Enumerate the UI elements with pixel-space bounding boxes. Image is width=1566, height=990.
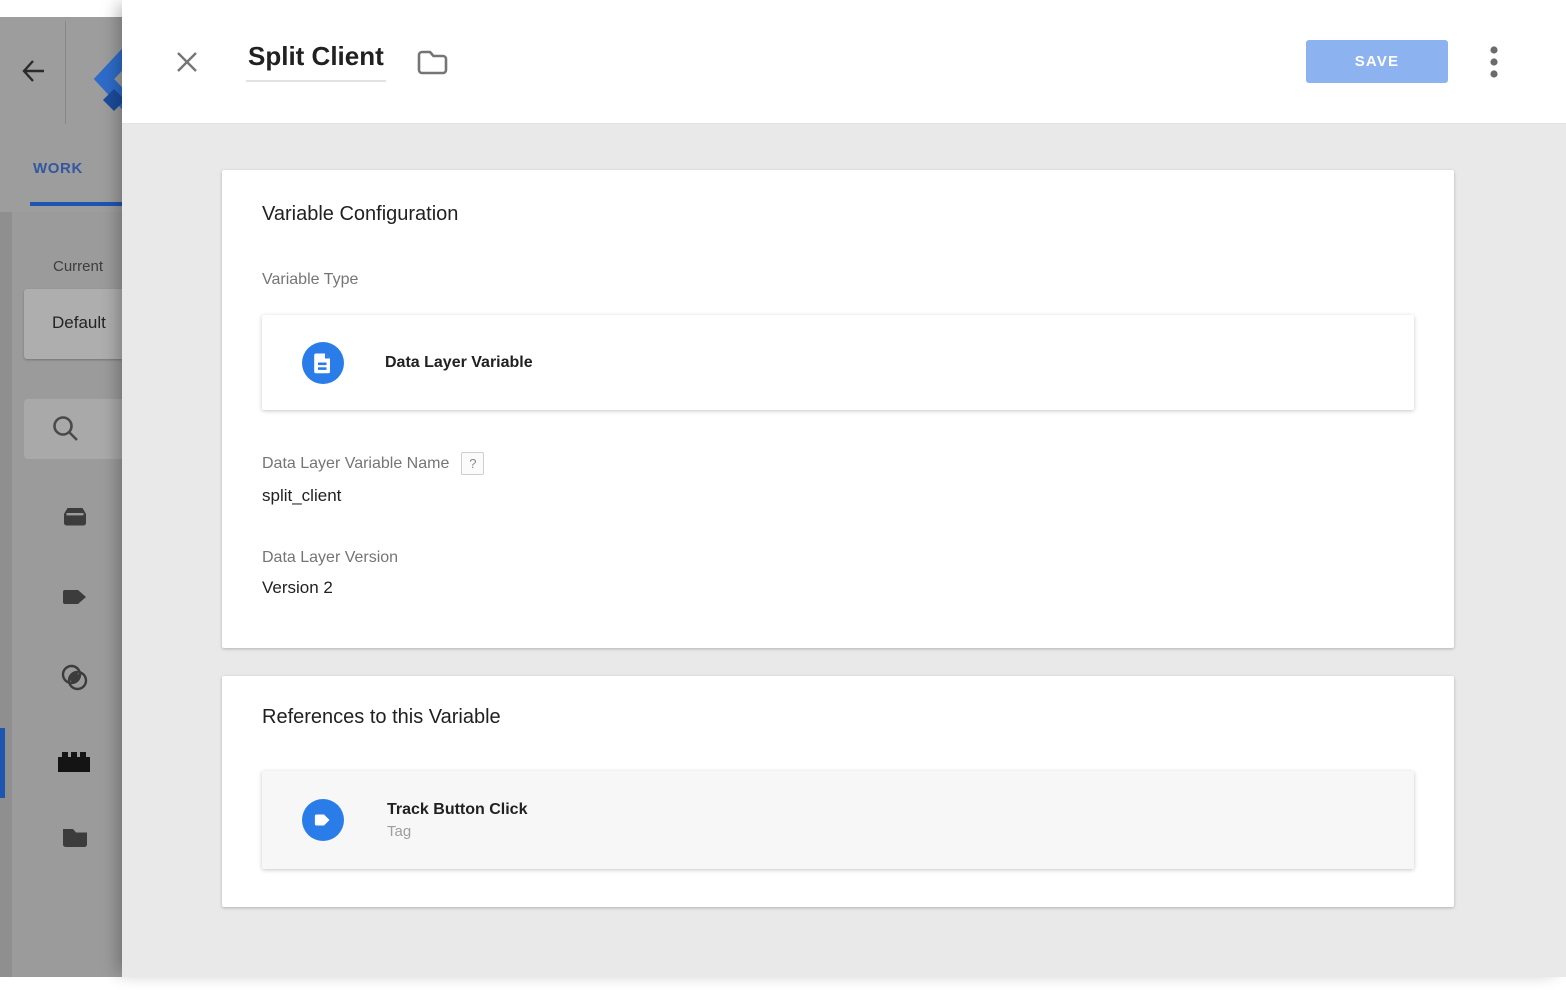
active-tab-indicator: [30, 202, 122, 206]
variable-type-value: Data Layer Variable: [385, 354, 533, 372]
references-card-heading: References to this Variable: [262, 706, 1414, 729]
search-icon: [50, 413, 82, 445]
data-layer-version-value: Version 2: [262, 578, 1414, 598]
variable-type-selector[interactable]: Data Layer Variable: [262, 315, 1414, 410]
nav-overview-icon: [59, 500, 91, 532]
tab-workspace: WORK: [33, 160, 83, 177]
variable-configuration-card: Variable Configuration Variable Type Dat…: [222, 170, 1454, 648]
data-layer-version-label: Data Layer Version: [262, 549, 1414, 567]
reference-item-track-button-click[interactable]: Track Button Click Tag: [262, 771, 1414, 869]
back-arrow-icon: [20, 58, 46, 84]
reference-title: Track Button Click: [387, 801, 527, 819]
gtm-variable-editor-screen: WORK Current Default: [0, 0, 1566, 990]
config-card-heading: Variable Configuration: [262, 203, 1414, 226]
nav-search-field: [24, 399, 122, 459]
move-to-folder-button[interactable]: [414, 44, 450, 80]
references-card: References to this Variable Track Button…: [222, 676, 1454, 907]
kebab-menu-icon: [1489, 45, 1499, 79]
close-button[interactable]: [172, 47, 202, 77]
tag-icon: [302, 799, 344, 841]
save-button[interactable]: SAVE: [1306, 40, 1448, 83]
nav-triggers-icon: [59, 662, 91, 694]
background-app-header: [0, 17, 122, 124]
nav-active-indicator: [0, 728, 5, 798]
reference-subtitle: Tag: [387, 823, 527, 840]
nav-variables-icon: [56, 746, 92, 778]
data-layer-variable-icon: [302, 342, 344, 384]
variable-name-field[interactable]: Split Client: [246, 41, 386, 82]
current-workspace-label: Current: [53, 258, 103, 275]
more-options-button[interactable]: [1480, 42, 1508, 82]
header-divider: [65, 21, 66, 124]
help-icon[interactable]: ?: [461, 452, 484, 475]
data-layer-variable-name-value: split_client: [262, 486, 1414, 506]
data-layer-variable-name-label: Data Layer Variable Name ?: [262, 452, 1414, 475]
variable-editor-dialog: Split Client SAVE Variable Configurati: [122, 0, 1566, 977]
variable-type-label: Variable Type: [262, 271, 1414, 289]
gtm-logo-icon: [92, 41, 122, 117]
workspace-selector-value: Default: [52, 313, 106, 333]
dialog-body: Variable Configuration Variable Type Dat…: [122, 124, 1566, 907]
folder-icon: [415, 47, 449, 77]
dimmed-background-page: WORK Current Default: [0, 17, 122, 977]
background-tab-bar: WORK: [0, 124, 122, 212]
nav-folders-icon: [59, 820, 91, 852]
close-icon: [173, 48, 201, 76]
workspace-selector: Default: [24, 289, 122, 359]
dialog-header: Split Client SAVE: [122, 0, 1566, 124]
nav-tags-icon: [59, 581, 91, 613]
